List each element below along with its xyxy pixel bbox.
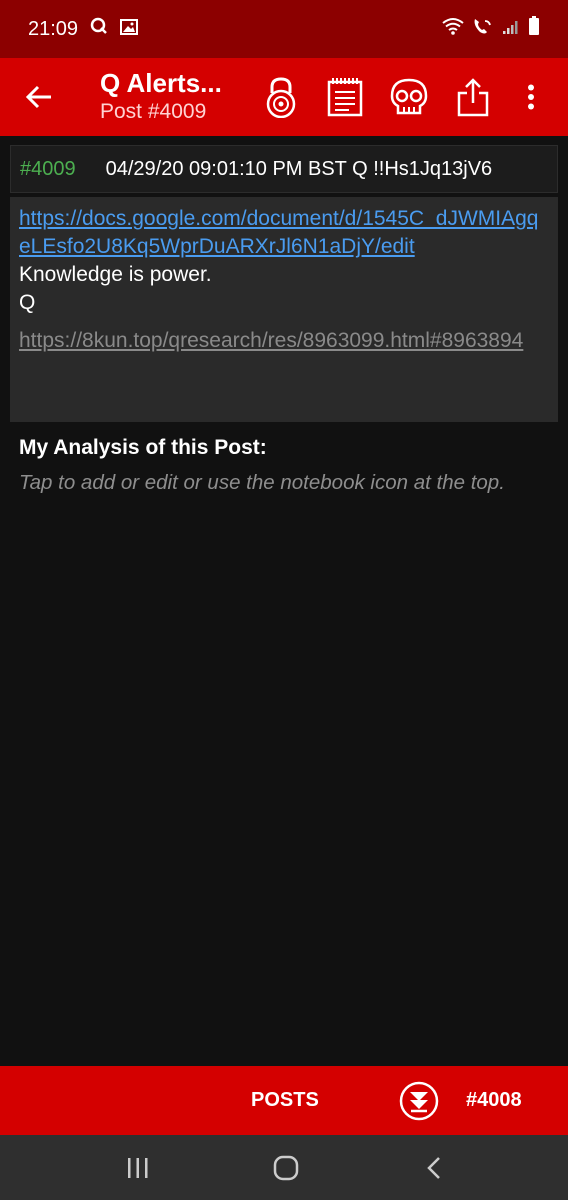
skull-button[interactable]: [386, 74, 432, 120]
more-options-button[interactable]: [508, 74, 554, 120]
recents-button[interactable]: [98, 1135, 178, 1200]
home-button[interactable]: [246, 1135, 326, 1200]
q-notification-icon: [90, 17, 108, 41]
post-header: #4009 04/29/20 09:01:10 PM BST Q !!Hs1Jq…: [10, 145, 558, 193]
post-text-line: Knowledge is power.: [19, 263, 212, 286]
status-time: 21:09: [28, 17, 79, 40]
recents-icon: [128, 1157, 148, 1178]
notebook-button[interactable]: [322, 74, 368, 120]
lock-icon: [266, 77, 296, 118]
next-post-button[interactable]: [399, 1081, 439, 1121]
post-meta: 04/29/20 09:01:10 PM BST Q !!Hs1Jq13jV6: [105, 157, 493, 180]
back-arrow-button[interactable]: [4, 58, 74, 136]
signal-icon: [502, 18, 520, 41]
app-subtitle: Post #4009: [100, 100, 207, 123]
bottom-bar: POSTS #4008: [0, 1066, 568, 1135]
home-icon: [273, 1155, 299, 1180]
share-icon: [457, 78, 489, 117]
previous-post-button[interactable]: #4008: [466, 1066, 522, 1135]
posts-button[interactable]: POSTS: [251, 1066, 319, 1135]
battery-icon: [528, 16, 540, 42]
wifi-icon: [442, 17, 464, 41]
back-icon: [427, 1156, 440, 1179]
system-nav-bar: [0, 1135, 568, 1200]
app-bar: Q Alerts... Post #4009: [0, 58, 568, 136]
more-vert-icon: [528, 84, 534, 110]
nav-back-button[interactable]: [394, 1135, 474, 1200]
post-signature: Q: [19, 291, 36, 314]
status-bar: 21:09: [0, 0, 568, 58]
lock-button[interactable]: [258, 74, 304, 120]
notebook-icon: [327, 78, 363, 117]
image-notification-icon: [120, 18, 139, 41]
double-chevron-down-icon: [399, 1081, 439, 1121]
analysis-input-hint[interactable]: Tap to add or edit or use the notebook i…: [19, 471, 505, 495]
share-button[interactable]: [450, 74, 496, 120]
analysis-title: My Analysis of this Post:: [19, 436, 267, 459]
post-body: https://docs.google.com/document/d/1545C…: [10, 197, 558, 422]
skull-icon: [390, 78, 428, 115]
toolbar-actions: [258, 58, 554, 136]
post-number: #4009: [20, 157, 76, 180]
back-arrow-icon: [25, 85, 51, 109]
wifi-calling-icon: [472, 17, 494, 41]
post-body-link[interactable]: https://docs.google.com/document/d/1545C…: [19, 205, 549, 261]
app-titles: Q Alerts... Post #4009: [100, 68, 222, 126]
post-source-link[interactable]: https://8kun.top/qresearch/res/8963099.h…: [19, 327, 549, 355]
app-title: Q Alerts...: [100, 68, 222, 98]
